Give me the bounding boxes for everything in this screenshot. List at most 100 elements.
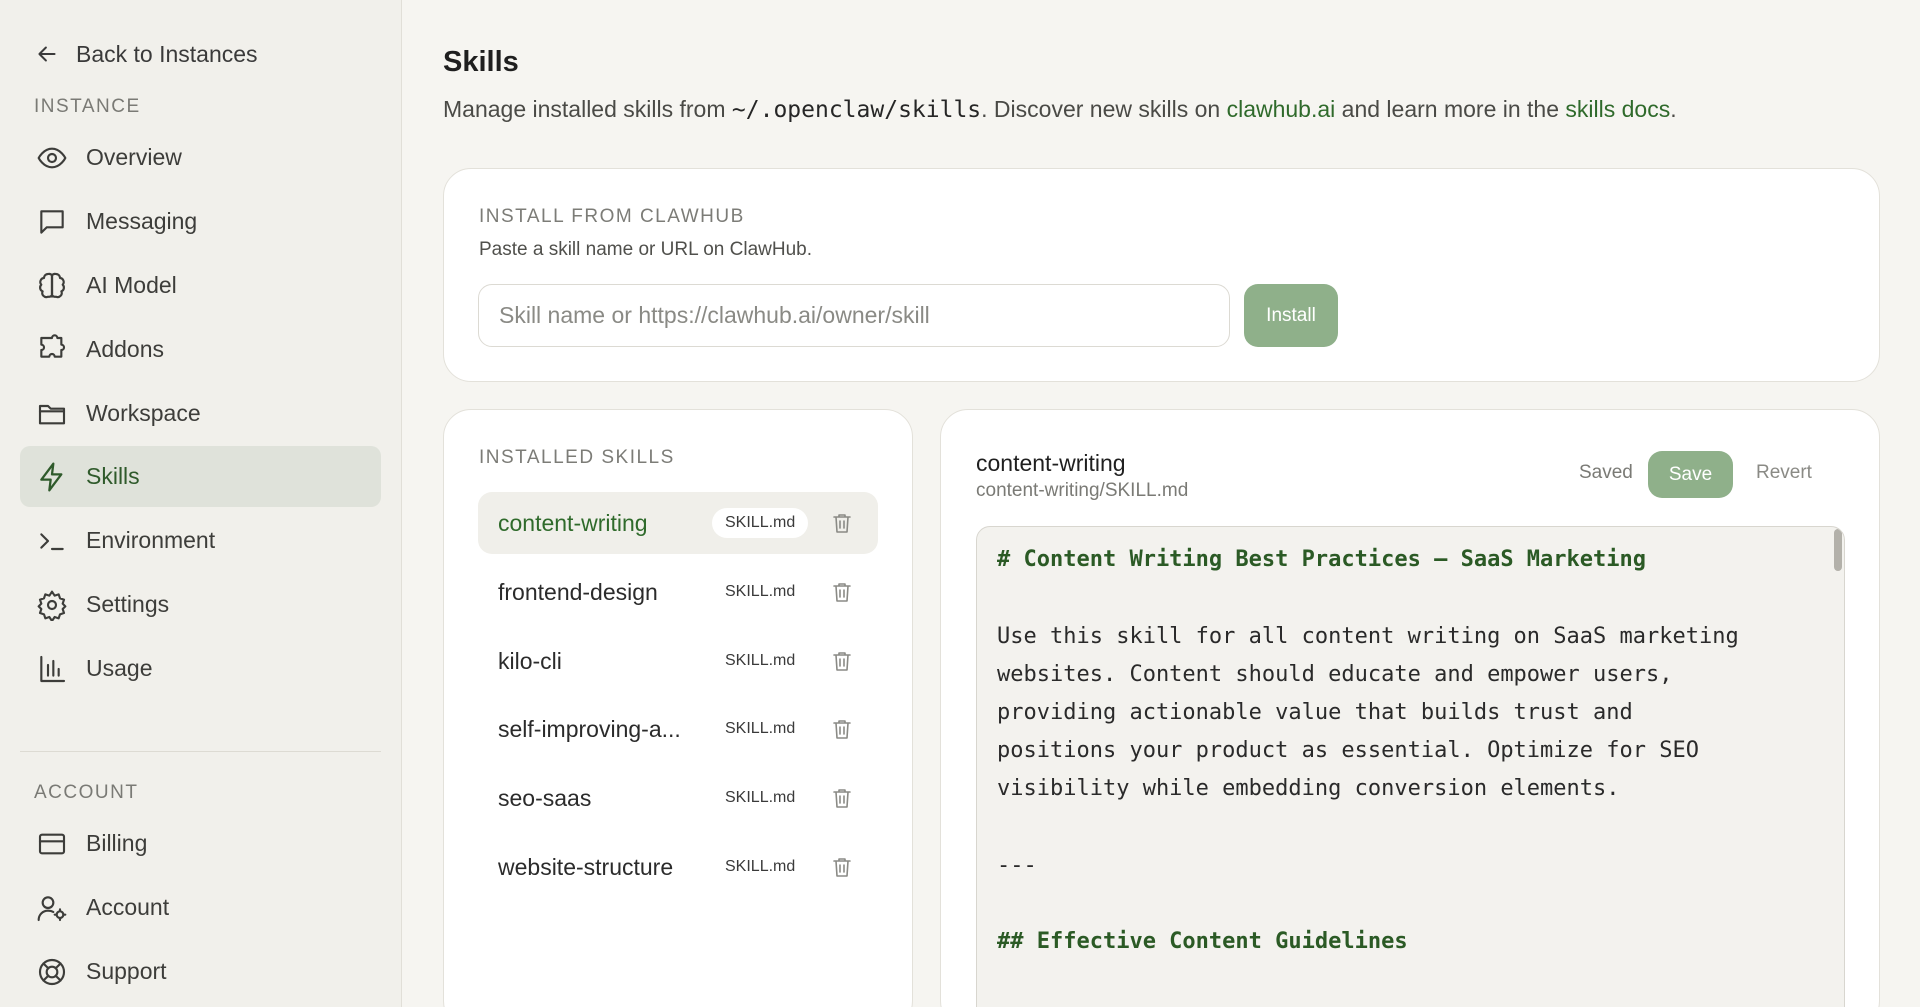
editor-line: # Content Writing Best Practices — SaaS … [997,547,1647,572]
user-gear-icon [37,895,67,921]
install-card: INSTALL FROM CLAWHUB Paste a skill name … [443,168,1880,382]
install-button[interactable]: Install [1244,284,1338,347]
sidebar-item-skills[interactable]: Skills [20,446,381,507]
editor-title: content-writing [976,450,1126,476]
sidebar-item-addons[interactable]: Addons [20,319,381,380]
sidebar: Back to Instances INSTANCE Overview Mess… [0,0,402,1007]
skill-item-self-improving[interactable]: self-improving-a... SKILL.md [478,698,878,760]
skill-item-content-writing[interactable]: content-writing SKILL.md [478,492,878,554]
sidebar-item-label: Environment [86,527,216,553]
sidebar-item-account[interactable]: Account [20,877,381,938]
sidebar-item-label: Skills [86,463,140,489]
save-button[interactable]: Save [1648,451,1733,498]
skill-name: self-improving-a... [498,715,681,742]
sidebar-item-label: Addons [86,336,165,362]
skills-path: ~/.openclaw/skills [731,97,982,123]
gear-icon [37,590,67,621]
skill-name: content-writing [498,509,648,536]
sidebar-item-label: Account [86,894,170,920]
save-status: Saved [1579,462,1633,483]
credit-card-icon [38,833,66,854]
skill-item-frontend-design[interactable]: frontend-design SKILL.md [478,561,878,623]
sidebar-item-label: Usage [86,655,153,681]
editor-line: ## Effective Content Guidelines [997,929,1408,954]
sidebar-divider [20,751,381,752]
page-title: Skills [443,46,519,78]
skills-docs-link[interactable]: skills docs [1565,96,1670,122]
trash-icon[interactable] [830,717,854,741]
skill-file-badge: SKILL.md [725,720,796,737]
skill-file-badge: SKILL.md [725,789,796,806]
brain-icon [39,272,65,298]
skill-file-badge: SKILL.md [725,858,796,875]
account-section-label: ACCOUNT [34,782,139,803]
sidebar-item-settings[interactable]: Settings [20,574,381,635]
terminal-icon [40,532,64,550]
skill-markdown-editor[interactable]: # Content Writing Best Practices — SaaS … [976,526,1845,1007]
skill-name: frontend-design [498,578,658,605]
skill-file-badge: SKILL.md [725,583,796,600]
trash-icon[interactable] [830,786,854,810]
sidebar-item-environment[interactable]: Environment [20,510,381,571]
clawhub-link[interactable]: clawhub.ai [1227,96,1336,122]
editor-line: --- [997,853,1037,878]
trash-icon[interactable] [830,580,854,604]
bar-chart-icon [40,655,66,682]
sidebar-item-label: Support [86,958,167,984]
sidebar-item-label: Settings [86,591,170,617]
skill-install-input[interactable] [478,284,1230,347]
editor-scrollbar[interactable] [1834,529,1842,571]
editor-line: visibility while embedding conversion el… [997,776,1620,801]
sidebar-item-label: AI Model [86,272,177,298]
installed-skills-card: INSTALLED SKILLS content-writing SKILL.m… [443,409,913,1007]
trash-icon[interactable] [830,649,854,673]
editor-line: positions your product as essential. Opt… [997,738,1699,763]
back-label: Back to Instances [76,40,258,67]
trash-icon[interactable] [830,855,854,879]
skill-editor-card: content-writing content-writing/SKILL.md… [940,409,1880,1007]
sidebar-item-label: Workspace [86,400,201,426]
desc-text: Manage installed skills from [443,96,732,122]
puzzle-icon [40,333,65,358]
revert-button[interactable]: Revert [1756,462,1812,484]
sidebar-item-billing[interactable]: Billing [20,813,381,874]
main-content: Skills Manage installed skills from ~/.o… [402,0,1920,1007]
sidebar-item-label: Billing [86,830,148,856]
back-to-instances-link[interactable]: Back to Instances [34,38,258,70]
skill-item-website-structure[interactable]: website-structure SKILL.md [478,836,878,898]
desc-text: . [1670,96,1677,122]
editor-line: providing actionable value that builds t… [997,700,1633,725]
skill-file-badge: SKILL.md [712,508,809,538]
installed-section-label: INSTALLED SKILLS [479,447,675,468]
skill-item-seo-saas[interactable]: seo-saas SKILL.md [478,767,878,829]
sidebar-item-label: Messaging [86,208,198,234]
eye-icon [37,147,67,168]
sidebar-item-support[interactable]: Support [20,941,381,1002]
editor-line: websites. Content should educate and emp… [997,662,1673,687]
skill-file-badge: SKILL.md [725,652,796,669]
desc-text: . Discover new skills on [981,96,1227,122]
sidebar-item-label: Overview [86,144,182,170]
skill-name: seo-saas [498,784,592,811]
sidebar-item-usage[interactable]: Usage [20,638,381,699]
lifebuoy-icon [38,958,66,985]
page-description: Manage installed skills from ~/.openclaw… [443,96,1677,123]
trash-icon[interactable] [830,511,854,535]
skill-item-kilo-cli[interactable]: kilo-cli SKILL.md [478,630,878,692]
skill-name: website-structure [498,853,674,880]
sidebar-item-overview[interactable]: Overview [20,127,381,188]
skill-name: kilo-cli [498,647,562,674]
sidebar-item-messaging[interactable]: Messaging [20,191,381,252]
install-subtitle: Paste a skill name or URL on ClawHub. [479,239,812,260]
instance-section-label: INSTANCE [34,96,141,117]
arrow-left-icon [38,46,56,62]
lightning-icon [40,462,63,491]
install-section-label: INSTALL FROM CLAWHUB [479,206,745,227]
editor-line: Use this skill for all content writing o… [997,624,1739,649]
sidebar-item-workspace[interactable]: Workspace [20,383,381,444]
folder-icon [38,404,66,424]
sidebar-item-ai-model[interactable]: AI Model [20,255,381,316]
message-icon [40,209,64,234]
desc-text: and learn more in the [1335,96,1566,122]
editor-file-path: content-writing/SKILL.md [976,480,1189,501]
